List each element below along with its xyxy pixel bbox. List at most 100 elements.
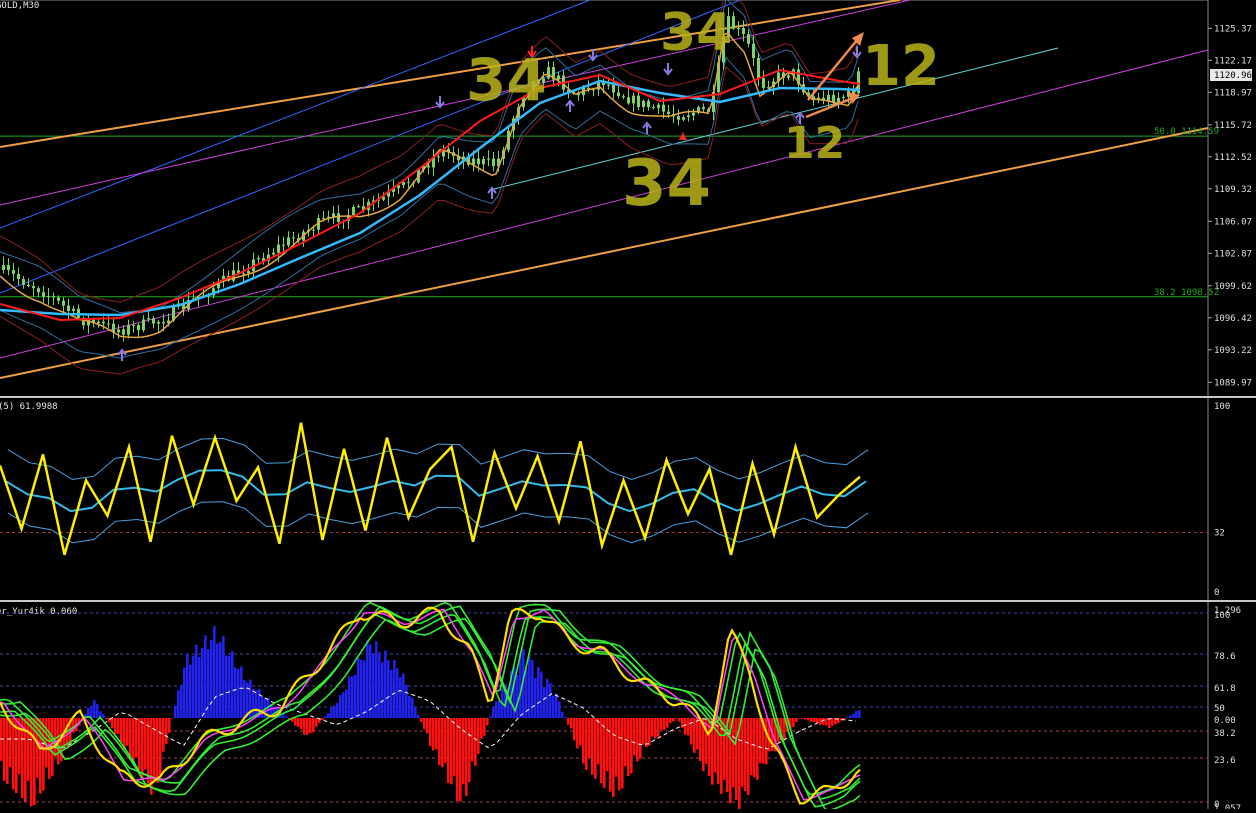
histogram-bar-positive — [285, 716, 288, 718]
price-candle — [647, 101, 650, 107]
histogram-bar-positive — [345, 689, 348, 718]
histogram-bar-positive — [405, 685, 408, 718]
price-axis-label: 1115.72 — [1214, 121, 1252, 131]
price-candle — [282, 245, 285, 246]
histogram-bar-negative — [168, 718, 171, 733]
histogram-bar-negative — [573, 718, 576, 740]
price-candle — [147, 318, 150, 319]
price-candle — [2, 265, 5, 270]
price-candle — [162, 322, 165, 323]
price-candle — [247, 271, 250, 273]
histogram-bar-negative — [126, 718, 129, 746]
histogram-bar-positive — [324, 716, 327, 718]
histogram-bar-negative — [588, 718, 591, 758]
histogram-bar-negative — [576, 718, 579, 748]
histogram-bar-positive — [96, 704, 99, 718]
histogram-bar-negative — [831, 718, 834, 726]
histogram-bar-negative — [18, 718, 21, 774]
rsi-axis-label: 32 — [1214, 528, 1225, 538]
histogram-bar-negative — [624, 718, 627, 766]
histogram-bar-positive — [372, 655, 375, 718]
histogram-bar-positive — [552, 696, 555, 718]
histogram-bar-negative — [810, 718, 813, 722]
price-candle — [27, 285, 30, 286]
histogram-bar-positive — [396, 668, 399, 718]
rsi-chart[interactable]: (5) 61.9988 100320 — [0, 398, 1256, 600]
price-axis-label: 1109.32 — [1214, 185, 1252, 195]
histogram-bar-positive — [234, 668, 237, 718]
histogram-bar-positive — [369, 644, 372, 718]
price-candle — [7, 265, 10, 270]
histogram-bar-positive — [516, 675, 519, 718]
histogram-bar-positive — [492, 707, 495, 718]
price-candle — [322, 218, 325, 219]
histogram-bar-positive — [243, 680, 246, 718]
rsi-pane[interactable]: (5) 61.9988 100320 — [0, 398, 1256, 600]
histogram-bar-positive — [543, 687, 546, 718]
histogram-bar-negative — [444, 718, 447, 763]
histogram-bar-positive — [201, 648, 204, 718]
histogram-bar-negative — [690, 718, 693, 745]
histogram-bar-positive — [564, 717, 567, 718]
price-candle — [32, 286, 35, 288]
histogram-bar-negative — [300, 718, 303, 729]
histogram-bar-negative — [453, 718, 456, 776]
histogram-bar-negative — [606, 718, 609, 771]
price-axis-label: 1089.97 — [1214, 378, 1252, 388]
chart-title: GOLD,M30 — [0, 1, 39, 11]
price-candle — [482, 159, 485, 164]
oscillator-axis-label: 100 — [1214, 611, 1230, 621]
histogram-bar-negative — [765, 718, 768, 765]
wave-count-annotation: 12 — [862, 34, 940, 99]
price-candle — [627, 97, 630, 103]
histogram-bar-negative — [699, 718, 702, 761]
histogram-bar-negative — [681, 718, 684, 728]
price-candle — [652, 107, 655, 108]
oscillator-axis-label: 0.00 — [1214, 716, 1236, 726]
price-axis-label: 1099.62 — [1214, 282, 1252, 292]
histogram-bar-negative — [663, 718, 666, 730]
histogram-bar-positive — [363, 660, 366, 718]
price-chart[interactable]: GOLD,M30 3434341212 1125.371122.171118.9… — [0, 0, 1256, 397]
wave-count-annotation: 34 — [466, 46, 547, 114]
price-candle — [57, 297, 60, 300]
histogram-bar-positive — [357, 658, 360, 718]
histogram-bar-negative — [15, 718, 18, 793]
histogram-bar-positive — [351, 676, 354, 718]
histogram-bar-positive — [384, 651, 387, 718]
histogram-bar-positive — [402, 674, 405, 718]
price-candle — [122, 329, 125, 334]
price-candle — [692, 113, 695, 116]
price-candle — [682, 117, 685, 120]
price-pane[interactable]: GOLD,M30 3434341212 1125.371122.171118.9… — [0, 0, 1256, 397]
price-candle — [637, 96, 640, 107]
price-candle — [102, 322, 105, 324]
histogram-bar-positive — [174, 706, 177, 718]
price-candle — [97, 322, 100, 324]
price-candle — [132, 325, 135, 326]
oscillator-chart[interactable]: er_Yur4ik 0.060 1.29610078.661.8500.0038… — [0, 602, 1256, 809]
histogram-bar-negative — [825, 718, 828, 726]
histogram-bar-negative — [597, 718, 600, 764]
rsi-axis-label: 0 — [1214, 588, 1219, 598]
histogram-bar-positive — [177, 690, 180, 718]
histogram-bar-negative — [30, 718, 33, 806]
histogram-bar-positive — [408, 696, 411, 718]
price-candle — [752, 44, 755, 58]
histogram-bar-positive — [393, 660, 396, 718]
histogram-bar-positive — [846, 717, 849, 718]
histogram-bar-negative — [423, 718, 426, 729]
histogram-bar-negative — [648, 718, 651, 746]
histogram-bar-negative — [747, 718, 750, 795]
oscillator-pane[interactable]: er_Yur4ik 0.060 1.29610078.661.8500.0038… — [0, 602, 1256, 809]
price-candle — [242, 273, 245, 274]
histogram-bar-negative — [582, 718, 585, 764]
histogram-bar-negative — [633, 718, 636, 756]
price-candle — [152, 318, 155, 323]
histogram-bar-negative — [303, 718, 306, 735]
price-candle — [407, 182, 410, 183]
histogram-bar-negative — [468, 718, 471, 782]
histogram-bar-negative — [465, 718, 468, 796]
histogram-bar-negative — [9, 718, 12, 767]
histogram-bar-positive — [228, 656, 231, 718]
